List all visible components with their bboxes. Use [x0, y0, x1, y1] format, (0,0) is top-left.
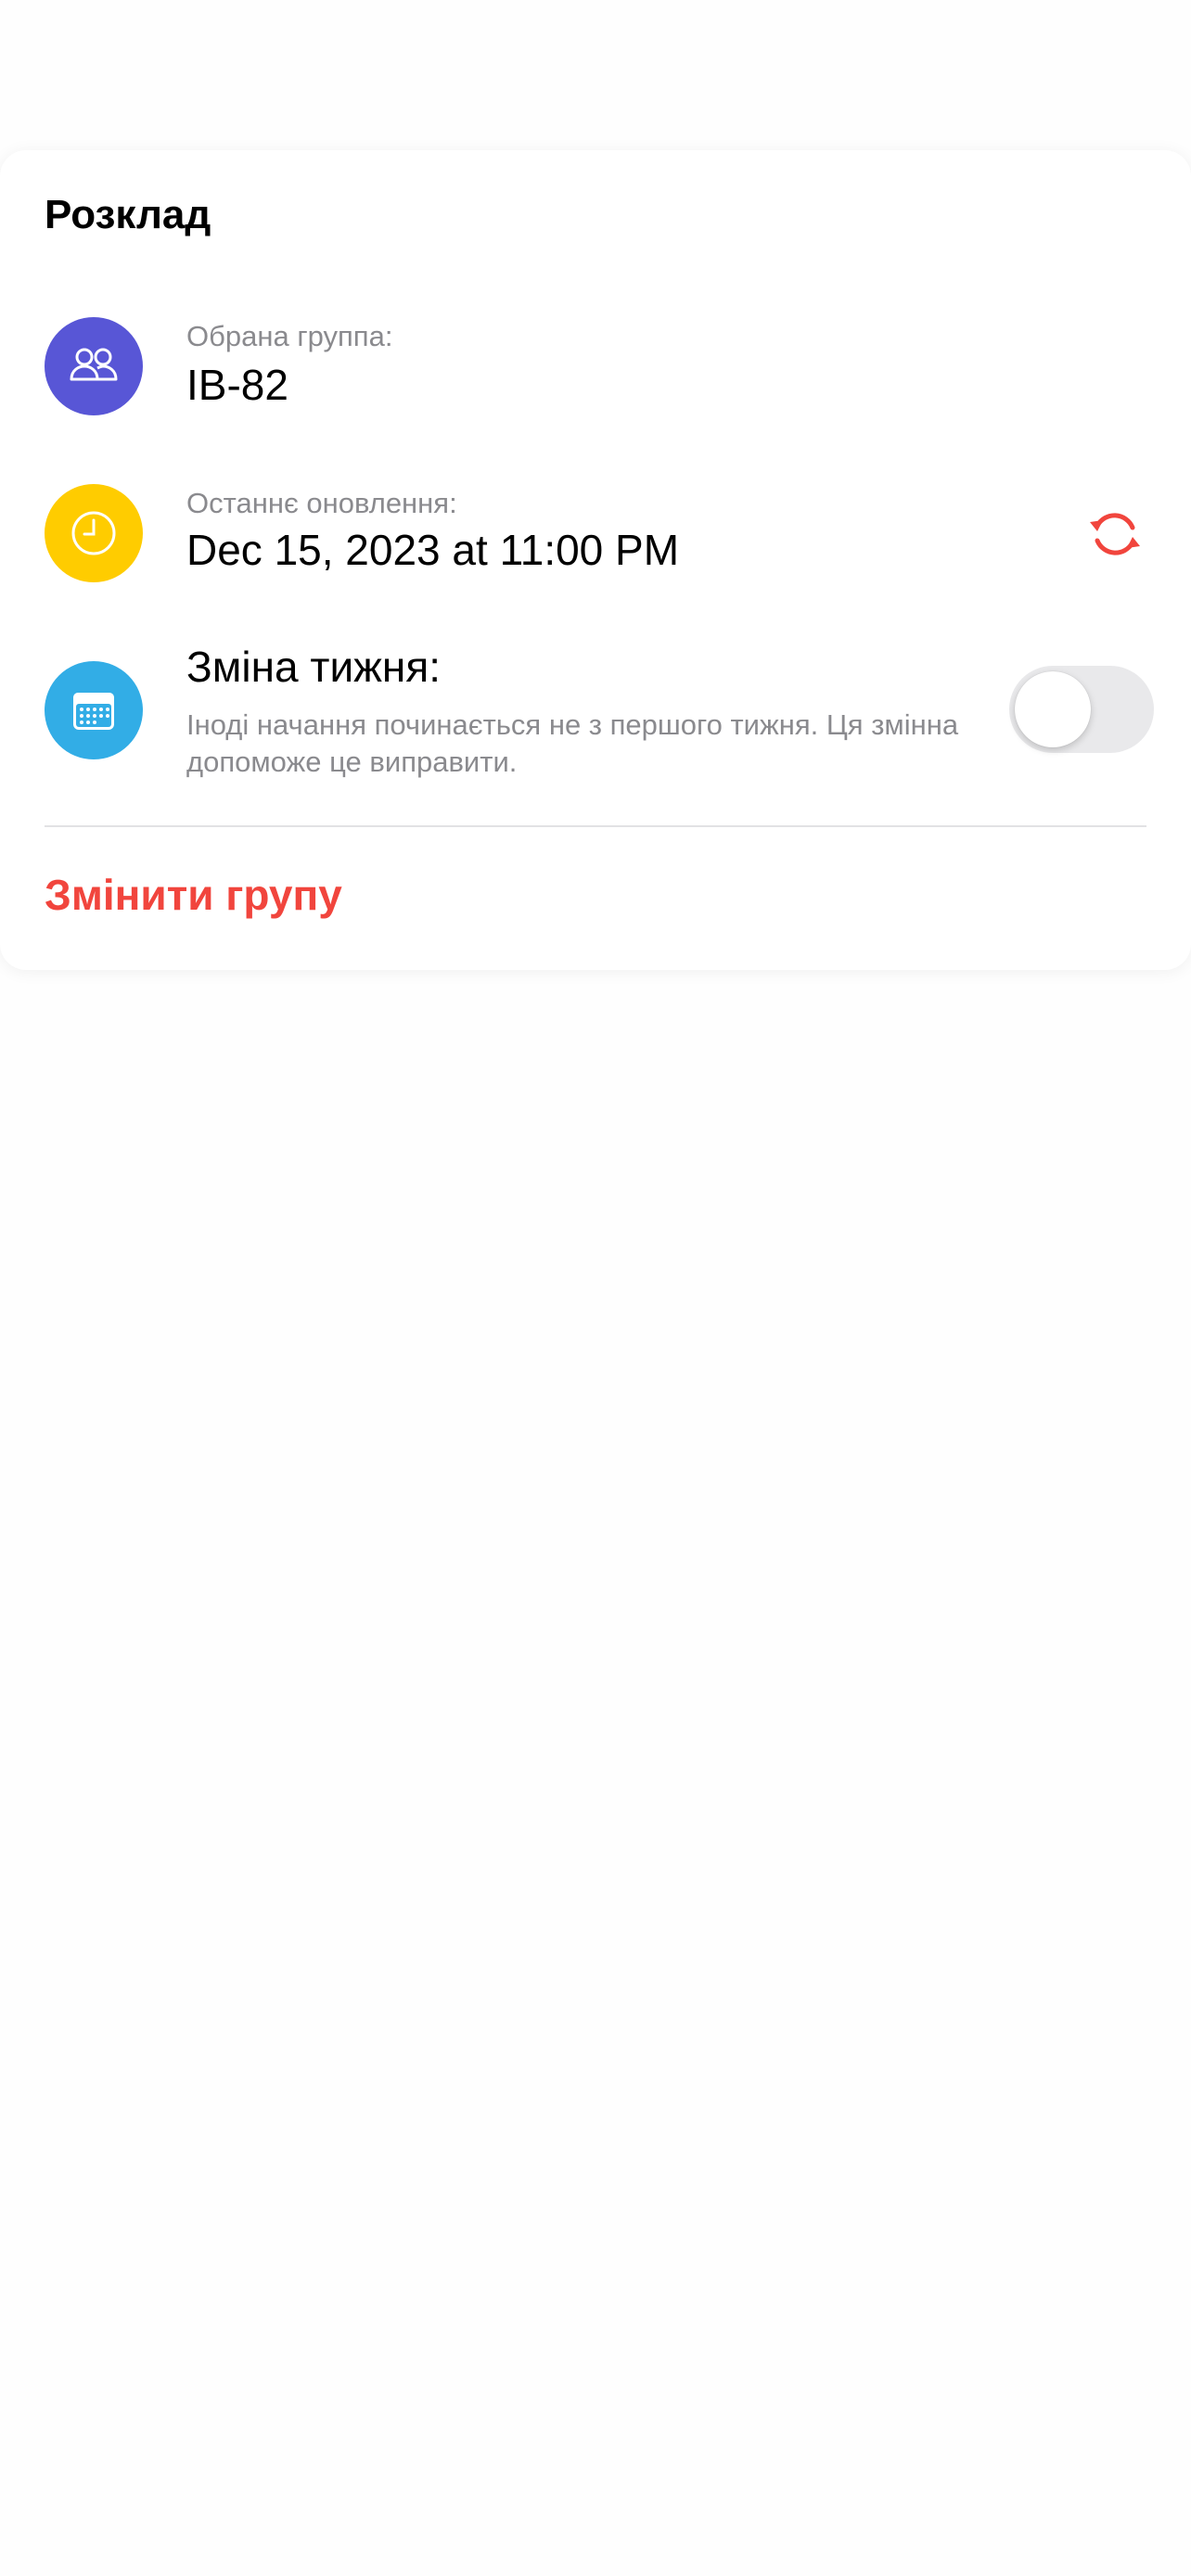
- clock-icon: [45, 484, 143, 582]
- week-change-title: Зміна тижня:: [186, 643, 442, 691]
- last-update-value: Dec 15, 2023 at 11:00 PM: [186, 526, 680, 574]
- divider: [45, 825, 1146, 827]
- schedule-card: Розклад Обрана группа: IB-82 Останнє оно…: [0, 150, 1191, 970]
- refresh-button[interactable]: [1083, 503, 1146, 566]
- card-title: Розклад: [45, 192, 211, 237]
- last-update-label: Останнє оновлення:: [186, 487, 457, 519]
- toggle-knob: [1015, 671, 1091, 747]
- selected-group-value: IB-82: [186, 361, 288, 409]
- calendar-icon: [45, 661, 143, 759]
- week-change-toggle[interactable]: [1009, 666, 1154, 753]
- change-group-button[interactable]: Змінити групу: [45, 870, 342, 921]
- week-change-description: Іноді начання починається не з першого т…: [186, 708, 959, 779]
- person-2-icon: [45, 317, 143, 415]
- refresh-icon: [1090, 513, 1140, 555]
- selected-group-label: Обрана группа:: [186, 320, 393, 352]
